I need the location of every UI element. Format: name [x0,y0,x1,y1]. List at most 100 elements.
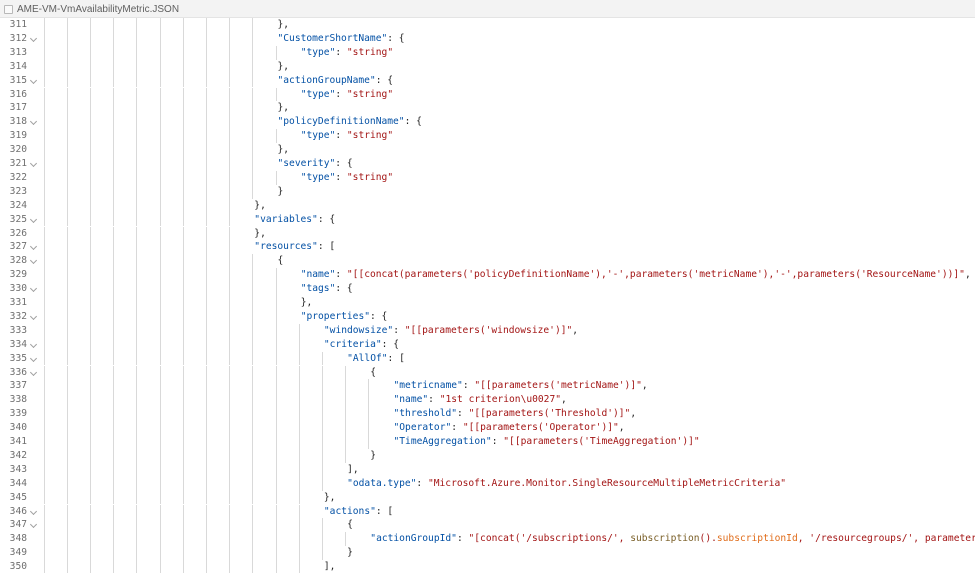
indent-guide [43,198,45,213]
code-line[interactable]: 330 "tags": { [0,282,975,296]
fold-chevron-icon[interactable] [29,243,38,251]
line-number: 311 [9,19,27,30]
code-line[interactable]: 338 "name": "1st criterion\u0027", [0,393,975,408]
indent-guide [275,560,277,573]
code-line[interactable]: 345}, [0,490,975,505]
indent-guide [43,296,45,310]
fold-chevron-icon[interactable] [29,368,38,376]
fold-chevron-icon[interactable] [29,507,38,515]
code-line[interactable]: 333 "windowsize": "[[parameters('windowsi… [0,323,975,338]
fold-chevron-icon[interactable] [29,354,38,362]
code-line[interactable]: 342} [0,448,975,463]
indent-guide [252,546,254,561]
code-line[interactable]: 328 { [0,254,975,269]
indent-guide [205,407,207,422]
code-line[interactable]: 326}, [0,226,975,241]
indent-guide [136,45,138,60]
indent-guide [89,490,91,505]
code-editor[interactable]: 311}, 312 "CustomerShortName": {313 "type":… [0,18,975,573]
code-line[interactable]: 336 { [0,365,975,380]
code-text: }, [301,296,313,310]
code-line[interactable]: 324}, [0,198,975,213]
code-line[interactable]: 350], [0,560,975,573]
code-token: : [456,533,469,545]
indent-guide [182,421,184,435]
code-token: "tags" [300,283,336,295]
code-text: } [347,546,353,560]
code-line[interactable]: 331}, [0,296,975,310]
indent-guide [136,462,138,477]
code-line[interactable]: 321 "severity": { [0,157,975,171]
indent-guide [43,546,45,561]
code-line[interactable]: 337 "metricname": "[[parameters('metricNa… [0,379,975,394]
indent-guide [89,560,91,573]
code-line[interactable]: 313 "type": "string" [0,45,975,60]
code-line[interactable]: 317}, [0,101,975,116]
code-text: { [278,254,284,268]
fold-chevron-icon[interactable] [29,521,38,529]
indent-guide [205,18,207,32]
indent-guide [66,490,68,505]
indent-guide [182,532,184,547]
code-token: }, [277,60,290,72]
code-line[interactable]: 346 "actions": [ [0,504,975,519]
indent-guide [89,226,91,241]
file-tab[interactable]: AME-VM-VmAvailabilityMetric.JSON [0,0,187,18]
fold-chevron-icon[interactable] [29,340,38,348]
indent-guide [89,170,91,185]
indent-guide [252,309,254,324]
code-token: "1st criterion\u0027" [439,394,562,406]
fold-chevron-icon[interactable] [29,215,38,223]
code-token: : { [381,338,399,350]
code-line[interactable]: 319 "type": "string" [0,129,975,144]
code-line[interactable]: 344 "odata.type": "Microsoft.Azure.Monito… [0,476,975,491]
code-line[interactable]: 327 "resources": [ [0,240,975,255]
indent-guide [298,393,300,408]
indent-guide [182,184,184,199]
fold-chevron-icon[interactable] [29,159,38,168]
code-line[interactable]: 343], [0,462,975,477]
code-line[interactable]: 325 "variables": { [0,212,975,227]
indent-guide [205,143,207,157]
code-line[interactable]: 335 "AllOf": [ [0,351,975,366]
code-line[interactable]: 311}, [0,18,975,32]
indent-guide [229,435,231,449]
code-text: "type": "string" [301,46,393,60]
indent-guide [159,101,161,116]
indent-guide [159,448,161,463]
indent-guide [113,462,115,477]
code-line[interactable]: 347 { [0,518,975,533]
code-line[interactable]: 332 "properties": { [0,309,975,324]
fold-chevron-icon[interactable] [29,34,38,42]
indent-guide [321,448,323,463]
fold-chevron-icon[interactable] [29,76,38,84]
code-line[interactable]: 312 "CustomerShortName": { [0,31,975,46]
indent-guide [136,282,138,296]
code-line[interactable]: 316 "type": "string" [0,87,975,102]
indent-guide [66,115,68,130]
code-line[interactable]: 348 "actionGroupId": "[concat('/subscript… [0,532,975,547]
code-text: "windowsize": "[[parameters('windowsize'… [324,324,578,338]
code-line[interactable]: 341 "TimeAggregation": "[[parameters('Tim… [0,435,975,449]
code-line[interactable]: 340 "Operator": "[[parameters('Operator')… [0,421,975,435]
fold-chevron-icon[interactable] [29,285,38,293]
code-line[interactable]: 314}, [0,59,975,74]
fold-chevron-icon[interactable] [29,312,38,320]
fold-chevron-icon[interactable] [29,118,38,126]
code-line[interactable]: 322 "type": "string" [0,170,975,185]
code-line[interactable]: 320}, [0,143,975,157]
code-line[interactable]: 334 "criteria": { [0,337,975,352]
code-line[interactable]: 318 "policyDefinitionName": { [0,115,975,130]
indent-guide [321,407,323,422]
code-line[interactable]: 339 "threshold": "[[parameters('Threshold… [0,407,975,422]
fold-chevron-icon[interactable] [29,257,38,265]
code-line[interactable]: 329 "name": "[[concat(parameters('policyD… [0,268,975,283]
code-line[interactable]: 315 "actionGroupName": { [0,73,975,88]
code-line[interactable]: 323} [0,184,975,199]
code-line[interactable]: 349} [0,546,975,561]
indent-guide [89,87,91,102]
indent-guide [159,379,161,394]
indent-guide [298,518,300,533]
indent-guide [321,476,323,491]
code-token: : { [387,32,405,44]
